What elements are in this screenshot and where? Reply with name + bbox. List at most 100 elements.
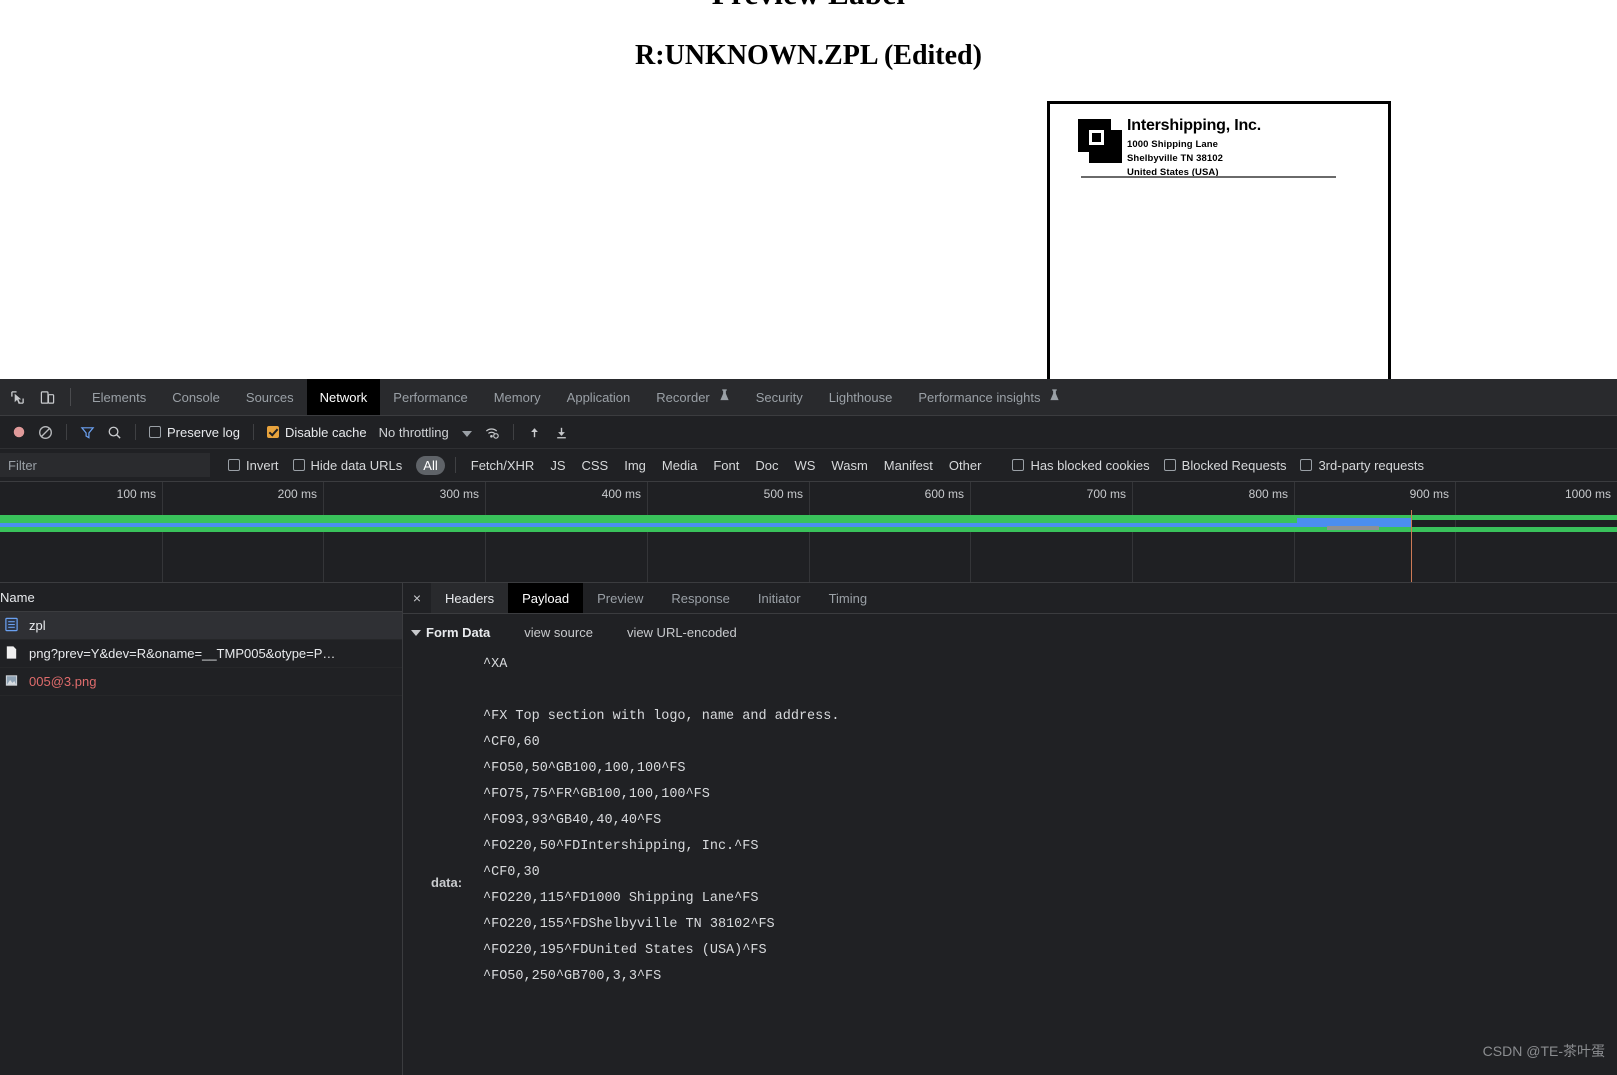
type-filter-doc[interactable]: Doc — [748, 456, 785, 475]
tab-label: Lighthouse — [828, 389, 893, 405]
preserve-log-box — [149, 426, 161, 438]
invert-box — [228, 459, 240, 471]
zpl-label-preview: Intershipping, Inc. 1000 Shipping Lane S… — [1047, 101, 1391, 379]
detail-tab-initiator[interactable]: Initiator — [744, 583, 815, 613]
type-filter-ws[interactable]: WS — [787, 456, 822, 475]
tab-label: Elements — [92, 389, 147, 405]
tab-elements[interactable]: Elements — [79, 379, 159, 415]
type-filter-wasm[interactable]: Wasm — [824, 456, 874, 475]
export-har-icon[interactable] — [548, 418, 575, 446]
tab-performance-insights[interactable]: Performance insights — [905, 379, 1073, 415]
throttling-select[interactable]: No throttling — [373, 425, 479, 440]
invert-label: Invert — [246, 457, 279, 473]
tab-label: Security — [755, 389, 803, 405]
tab-sources[interactable]: Sources — [233, 379, 307, 415]
detail-tab-headers[interactable]: Headers — [431, 583, 509, 613]
experiment-flask-icon — [715, 389, 730, 405]
type-filter-other[interactable]: Other — [942, 456, 989, 475]
overview-gray-segment — [1327, 526, 1379, 530]
type-filter-media[interactable]: Media — [655, 456, 704, 475]
preserve-log-label: Preserve log — [167, 424, 240, 440]
detail-tab-response[interactable]: Response — [657, 583, 744, 613]
timeline-gridline — [162, 482, 163, 582]
detail-tab-timing[interactable]: Timing — [815, 583, 882, 613]
third-party-box — [1300, 459, 1313, 471]
form-data-value: ^XA ^FX Top section with logo, name and … — [483, 657, 840, 984]
network-filter-bar: Invert Hide data URLs All Fetch/XHRJSCSSI… — [0, 449, 1617, 482]
disable-cache-checkbox[interactable]: Disable cache — [261, 418, 373, 446]
invert-checkbox[interactable]: Invert — [228, 458, 279, 473]
chevron-down-icon — [411, 629, 421, 636]
tab-console[interactable]: Console — [159, 379, 233, 415]
tab-label: Application — [566, 389, 631, 405]
timeline-gridline — [970, 482, 971, 582]
third-party-label: 3rd-party requests — [1318, 457, 1424, 473]
view-source-link[interactable]: view source — [524, 625, 593, 640]
timeline-tick-label: 500 ms — [763, 487, 803, 501]
label-company-name: Intershipping, Inc. — [1127, 117, 1261, 134]
timeline-tick-label: 800 ms — [1248, 487, 1288, 501]
view-url-encoded-link[interactable]: view URL-encoded — [627, 625, 737, 640]
requests-column-header[interactable]: Name — [0, 583, 402, 612]
page-title: Preview Label — [0, 0, 1617, 12]
file-file-icon — [4, 645, 21, 662]
screenshot-root: Preview Label R:UNKNOWN.ZPL (Edited) Int… — [0, 0, 1617, 1075]
record-button[interactable] — [6, 418, 32, 446]
timeline-gridline — [485, 482, 486, 582]
timeline-gridline — [809, 482, 810, 582]
timeline-ruler: 100 ms 200 ms 300 ms 400 ms 500 ms 600 ms 700 … — [0, 482, 1617, 582]
blocked-requests-label: Blocked Requests — [1181, 457, 1287, 473]
tab-application[interactable]: Application — [554, 379, 644, 415]
tab-memory[interactable]: Memory — [481, 379, 554, 415]
network-overview-timeline[interactable]: 100 ms 200 ms 300 ms 400 ms 500 ms 600 ms 700 … — [0, 482, 1617, 583]
payload-body: Form Data view source view URL-encoded d… — [403, 614, 1617, 1075]
hide-data-urls-checkbox[interactable]: Hide data URLs — [292, 458, 402, 473]
form-data-header[interactable]: Form Data view source view URL-encoded — [403, 620, 1617, 640]
type-filter-font[interactable]: Font — [706, 456, 746, 475]
device-toolbar-icon[interactable] — [32, 383, 62, 411]
third-party-requests-checkbox[interactable]: 3rd-party requests — [1300, 458, 1424, 473]
network-conditions-icon[interactable] — [478, 418, 506, 446]
request-name: 005@3.png — [29, 674, 97, 689]
tab-performance[interactable]: Performance — [380, 379, 480, 415]
has-blocked-cookies-label: Has blocked cookies — [1030, 457, 1150, 473]
tab-security[interactable]: Security — [743, 379, 816, 415]
import-har-icon[interactable] — [521, 418, 548, 446]
preserve-log-checkbox[interactable]: Preserve log — [143, 418, 246, 446]
tab-recorder[interactable]: Recorder — [643, 379, 742, 415]
label-address: 1000 Shipping Lane Shelbyville TN 38102 … — [1127, 138, 1223, 180]
filter-input[interactable] — [0, 453, 210, 477]
request-row[interactable]: zpl — [0, 612, 402, 640]
image-file-icon — [4, 673, 21, 690]
detail-tab-preview[interactable]: Preview — [583, 583, 657, 613]
control-divider-2 — [135, 424, 136, 440]
type-filter-img[interactable]: Img — [617, 456, 653, 475]
type-filter-js[interactable]: JS — [543, 456, 572, 475]
request-row[interactable]: 005@3.png — [0, 668, 402, 696]
close-icon[interactable]: × — [403, 583, 431, 613]
form-data-title: Form Data — [426, 625, 491, 640]
request-row[interactable]: png?prev=Y&dev=R&oname=__TMP005&otype=P… — [0, 640, 402, 668]
overview-load-marker — [1411, 510, 1412, 582]
type-filter-manifest[interactable]: Manifest — [877, 456, 940, 475]
type-filter-css[interactable]: CSS — [575, 456, 616, 475]
tab-label: Recorder — [656, 389, 710, 405]
blocked-requests-checkbox[interactable]: Blocked Requests — [1163, 457, 1287, 473]
network-control-bar: Preserve log Disable cache No throttling — [0, 416, 1617, 449]
inspect-element-icon[interactable] — [2, 383, 32, 411]
clear-button[interactable] — [32, 418, 59, 446]
search-icon[interactable] — [101, 418, 128, 446]
control-divider-4 — [513, 424, 515, 440]
timeline-tick-label: 900 ms — [1409, 487, 1449, 501]
tab-lighthouse[interactable]: Lighthouse — [816, 379, 906, 415]
column-name-label: Name — [0, 589, 35, 605]
tab-network[interactable]: Network — [306, 379, 381, 415]
detail-tab-payload[interactable]: Payload — [508, 583, 584, 613]
has-blocked-cookies-checkbox[interactable]: Has blocked cookies — [1012, 457, 1150, 473]
type-filter-fetch-xhr[interactable]: Fetch/XHR — [464, 456, 542, 475]
requests-panel: Name zpl png?prev=Y&dev=R&oname=__TMP005&… — [0, 583, 403, 1075]
type-filter-all[interactable]: All — [416, 455, 445, 475]
timeline-gridline — [1455, 482, 1456, 582]
filter-toggle-icon[interactable] — [74, 418, 101, 446]
toolbar-divider — [70, 388, 71, 406]
